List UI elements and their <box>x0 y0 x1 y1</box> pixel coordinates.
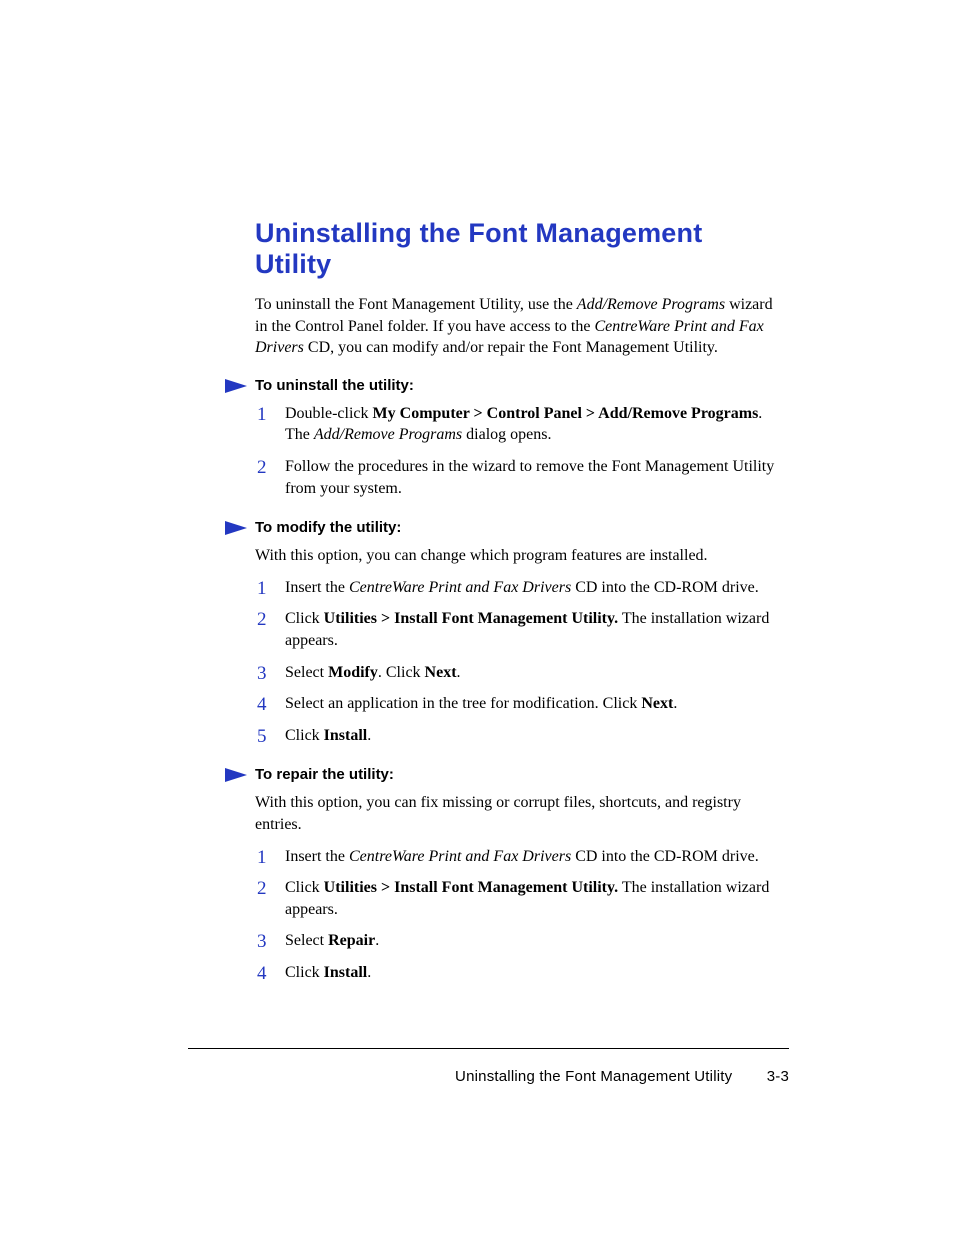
content-column: Uninstalling the Font Management Utility… <box>255 218 785 1003</box>
step-em: Add/Remove Programs <box>314 426 462 443</box>
step: Select an application in the tree for mo… <box>255 693 785 715</box>
step-text: Click <box>285 879 324 896</box>
step: Click Install. <box>255 962 785 984</box>
step: Follow the procedures in the wizard to r… <box>255 456 785 499</box>
steps-uninstall: Double-click My Computer > Control Panel… <box>255 403 785 499</box>
intro-text: To uninstall the Font Management Utility… <box>255 296 577 313</box>
step-text: Click <box>285 964 324 981</box>
step-text: dialog opens. <box>462 426 551 443</box>
procedure-heading-row: To modify the utility: <box>225 519 785 537</box>
step-text: . <box>673 695 677 712</box>
step-bold: Utilities > Install Font Management Util… <box>324 879 618 896</box>
page-title: Uninstalling the Font Management Utility <box>255 218 785 280</box>
step-text: . <box>367 964 371 981</box>
procedure-heading-modify: To modify the utility: <box>255 519 401 536</box>
step-em: CentreWare Print and Fax Drivers <box>349 848 571 865</box>
step: Click Install. <box>255 725 785 747</box>
step-text: CD into the CD-ROM drive. <box>571 848 759 865</box>
arrow-icon <box>225 521 247 535</box>
step-text: . <box>375 932 379 949</box>
step: Double-click My Computer > Control Panel… <box>255 403 785 446</box>
step-text: Insert the <box>285 848 349 865</box>
step-text: . Click <box>378 664 425 681</box>
step-text: Insert the <box>285 579 349 596</box>
step-bold: Modify <box>328 664 378 681</box>
procedure-heading-row: To repair the utility: <box>225 766 785 784</box>
step-text: CD into the CD-ROM drive. <box>571 579 759 596</box>
step: Select Repair. <box>255 930 785 952</box>
step-bold: Next <box>425 664 457 681</box>
footer: Uninstalling the Font Management Utility… <box>455 1068 789 1085</box>
step-bold: Install <box>324 964 368 981</box>
intro-paragraph: To uninstall the Font Management Utility… <box>255 294 785 359</box>
step: Insert the CentreWare Print and Fax Driv… <box>255 577 785 599</box>
step-text: Click <box>285 727 324 744</box>
procedure-heading-row: To uninstall the utility: <box>225 377 785 395</box>
step-text: . <box>367 727 371 744</box>
footer-title: Uninstalling the Font Management Utility <box>455 1068 732 1085</box>
lead-modify: With this option, you can change which p… <box>255 545 785 567</box>
step: Click Utilities > Install Font Managemen… <box>255 877 785 920</box>
footer-rule <box>188 1048 789 1049</box>
step: Select Modify. Click Next. <box>255 662 785 684</box>
steps-modify: Insert the CentreWare Print and Fax Driv… <box>255 577 785 747</box>
step-bold: Install <box>324 727 368 744</box>
arrow-icon <box>225 379 247 393</box>
step-bold: Utilities > Install Font Management Util… <box>324 610 618 627</box>
intro-em1: Add/Remove Programs <box>577 296 725 313</box>
step-text: Double-click <box>285 405 373 422</box>
step-text: . <box>457 664 461 681</box>
page: Uninstalling the Font Management Utility… <box>0 0 954 1235</box>
procedure-heading-uninstall: To uninstall the utility: <box>255 377 414 394</box>
step-text: Select <box>285 664 328 681</box>
footer-page-number: 3-3 <box>767 1068 789 1085</box>
step-bold: Repair <box>328 932 375 949</box>
step: Insert the CentreWare Print and Fax Driv… <box>255 846 785 868</box>
step-bold: My Computer > Control Panel > Add/Remove… <box>373 405 759 422</box>
arrow-icon <box>225 768 247 782</box>
step-text: Select <box>285 932 328 949</box>
lead-repair: With this option, you can fix missing or… <box>255 792 785 835</box>
intro-text: CD, you can modify and/or repair the Fon… <box>304 339 718 356</box>
step-bold: Next <box>641 695 673 712</box>
step-em: CentreWare Print and Fax Drivers <box>349 579 571 596</box>
step: Click Utilities > Install Font Managemen… <box>255 608 785 651</box>
steps-repair: Insert the CentreWare Print and Fax Driv… <box>255 846 785 984</box>
step-text: Click <box>285 610 324 627</box>
step-text: Select an application in the tree for mo… <box>285 695 641 712</box>
step-text: Follow the procedures in the wizard to r… <box>285 458 774 497</box>
procedure-heading-repair: To repair the utility: <box>255 766 394 783</box>
